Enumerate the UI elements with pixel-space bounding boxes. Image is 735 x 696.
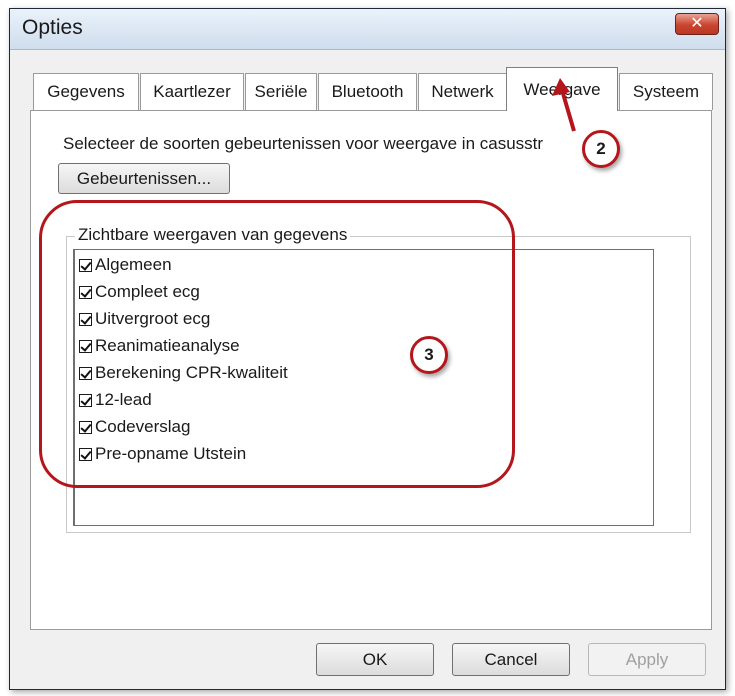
views-listbox[interactable]: Algemeen Compleet ecg Uitvergroot ecg Re… (73, 249, 654, 526)
callout-badge-3: 3 (410, 336, 448, 374)
tab-strip: Gegevens Kaartlezer Seriële Bluetooth Ne… (10, 67, 725, 111)
list-item-compleet-ecg[interactable]: Compleet ecg (79, 281, 200, 303)
list-item-12-lead[interactable]: 12-lead (79, 389, 152, 411)
events-button[interactable]: Gebeurtenissen... (58, 163, 230, 194)
checkbox-checked[interactable] (79, 258, 92, 272)
arrow-icon (552, 78, 576, 132)
list-item-codeverslag[interactable]: Codeverslag (79, 416, 190, 438)
dialog-title: Opties (22, 16, 83, 39)
instruction-text: Selecteer de soorten gebeurtenissen voor… (63, 134, 593, 153)
list-item-reanimatieanalyse[interactable]: Reanimatieanalyse (79, 335, 240, 357)
tab-gegevens[interactable]: Gegevens (33, 73, 139, 110)
checkbox-checked[interactable] (79, 339, 92, 353)
apply-button[interactable]: Apply (588, 643, 706, 676)
tab-systeem[interactable]: Systeem (619, 73, 713, 110)
close-icon: ✕ (690, 15, 704, 32)
title-bar[interactable]: Opties ✕ (10, 9, 725, 50)
tab-netwerk[interactable]: Netwerk (418, 73, 507, 110)
list-item-algemeen[interactable]: Algemeen (79, 254, 172, 276)
callout-badge-2: 2 (582, 130, 620, 168)
visible-views-group: Zichtbare weergaven van gegevens Algemee… (66, 225, 691, 533)
list-item-pre-opname-utstein[interactable]: Pre-opname Utstein (79, 443, 246, 465)
checkbox-checked[interactable] (79, 393, 92, 407)
weergave-panel: Selecteer de soorten gebeurtenissen voor… (30, 110, 712, 630)
ok-button[interactable]: OK (316, 643, 434, 676)
checkbox-checked[interactable] (79, 420, 92, 434)
tab-bluetooth[interactable]: Bluetooth (318, 73, 417, 110)
options-dialog: Opties ✕ Gegevens Kaartlezer Seriële Blu… (9, 8, 726, 690)
checkbox-checked[interactable] (79, 285, 92, 299)
checkbox-checked[interactable] (79, 366, 92, 380)
tab-seriele[interactable]: Seriële (245, 73, 317, 110)
checkbox-checked[interactable] (79, 312, 92, 326)
group-label: Zichtbare weergaven van gegevens (75, 225, 351, 245)
list-item-cpr-kwaliteit[interactable]: Berekening CPR-kwaliteit (79, 362, 288, 384)
cancel-button[interactable]: Cancel (452, 643, 570, 676)
checkbox-checked[interactable] (79, 447, 92, 461)
tab-kaartlezer[interactable]: Kaartlezer (140, 73, 244, 110)
close-button[interactable]: ✕ (675, 13, 719, 35)
list-item-uitvergroot-ecg[interactable]: Uitvergroot ecg (79, 308, 210, 330)
